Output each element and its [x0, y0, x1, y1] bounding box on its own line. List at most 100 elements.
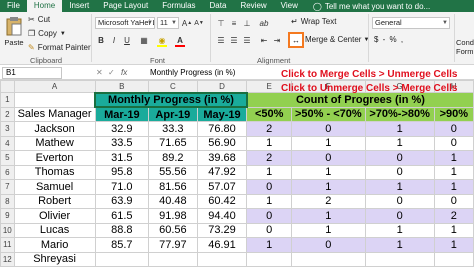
underline-button[interactable]: U: [121, 34, 133, 46]
progress-cell[interactable]: 32.9: [94, 121, 150, 137]
tab-review[interactable]: Review: [233, 0, 273, 12]
merged-header-monthly-progress[interactable]: Monthly Progress (in %): [94, 91, 248, 108]
progress-cell[interactable]: 46.91: [196, 237, 248, 253]
align-middle-icon[interactable]: ≡: [228, 17, 240, 29]
column-header-c[interactable]: C: [148, 80, 198, 93]
count-cell[interactable]: 0: [364, 150, 435, 166]
column-header-a[interactable]: A: [13, 80, 96, 93]
cancel-icon[interactable]: ✕: [96, 68, 103, 77]
header-cell-70-80[interactable]: >70%->80%: [364, 106, 435, 122]
align-center-icon[interactable]: ☰: [228, 34, 240, 46]
column-header-d[interactable]: D: [196, 80, 248, 93]
orientation-icon[interactable]: ab: [258, 17, 270, 29]
progress-cell[interactable]: 89.2: [148, 150, 198, 166]
count-cell[interactable]: 0: [364, 208, 435, 224]
header-cell-mar-19[interactable]: Mar-19: [94, 106, 150, 122]
insert-function-icon[interactable]: fx: [121, 68, 127, 77]
increase-indent-icon[interactable]: ⇥: [271, 34, 283, 46]
progress-cell[interactable]: 95.8: [94, 164, 150, 180]
font-size-combo[interactable]: 11 ▼: [157, 17, 179, 29]
manager-name-cell[interactable]: Lucas: [13, 222, 96, 238]
count-cell[interactable]: 1: [364, 222, 435, 238]
progress-cell[interactable]: 81.56: [148, 179, 198, 195]
count-cell[interactable]: 0: [291, 121, 366, 137]
progress-cell[interactable]: 94.40: [196, 208, 248, 224]
count-cell[interactable]: 1: [433, 150, 474, 166]
count-cell[interactable]: 1: [291, 179, 366, 195]
header-cell-may-19[interactable]: May-19: [196, 106, 248, 122]
name-box[interactable]: B1: [2, 67, 62, 79]
count-cell[interactable]: [364, 251, 435, 267]
count-cell[interactable]: 1: [246, 193, 292, 209]
count-cell[interactable]: 1: [433, 222, 474, 238]
tab-file[interactable]: File: [0, 0, 27, 12]
manager-name-cell[interactable]: Jackson: [13, 121, 96, 137]
count-cell[interactable]: 2: [246, 121, 292, 137]
cut-button[interactable]: ✂ Cut: [28, 15, 50, 24]
count-cell[interactable]: 1: [364, 179, 435, 195]
row-header[interactable]: 4: [0, 135, 15, 151]
count-cell[interactable]: 0: [246, 222, 292, 238]
manager-name-cell[interactable]: Mario: [13, 237, 96, 253]
count-cell[interactable]: 0: [433, 193, 474, 209]
manager-name-cell[interactable]: Shreyasi: [13, 251, 96, 267]
progress-cell[interactable]: 63.9: [94, 193, 150, 209]
bold-button[interactable]: B: [95, 34, 107, 46]
borders-icon[interactable]: ▦: [138, 34, 150, 46]
decrease-font-icon[interactable]: A ▼: [193, 17, 205, 29]
progress-cell[interactable]: 57.07: [196, 179, 248, 195]
count-cell[interactable]: 0: [433, 135, 474, 151]
tab-insert[interactable]: Insert: [62, 0, 96, 12]
progress-cell[interactable]: 71.65: [148, 135, 198, 151]
count-cell[interactable]: [291, 251, 366, 267]
merge-center-icon[interactable]: ↔: [288, 32, 304, 48]
manager-name-cell[interactable]: Thomas: [13, 164, 96, 180]
count-cell[interactable]: 0: [364, 164, 435, 180]
header-cell-apr-19[interactable]: Apr-19: [148, 106, 198, 122]
tab-view[interactable]: View: [274, 0, 305, 12]
italic-button[interactable]: I: [108, 34, 120, 46]
merged-header-count-progress[interactable]: Count of Progrees (in %): [246, 92, 474, 108]
merge-center-button[interactable]: Merge & Center ▼: [305, 35, 369, 44]
row-header[interactable]: 8: [0, 193, 15, 209]
progress-cell[interactable]: 60.42: [196, 193, 248, 209]
paste-button[interactable]: Paste: [3, 16, 25, 52]
manager-name-cell[interactable]: Robert: [13, 193, 96, 209]
row-header[interactable]: 5: [0, 150, 15, 166]
count-cell[interactable]: 1: [433, 164, 474, 180]
tell-me-box[interactable]: ◯ Tell me what you want to do...: [313, 2, 430, 11]
count-cell[interactable]: 1: [364, 121, 435, 137]
row-header[interactable]: 7: [0, 179, 15, 195]
row-header[interactable]: 11: [0, 237, 15, 253]
progress-cell[interactable]: 91.98: [148, 208, 198, 224]
count-cell[interactable]: 1: [246, 237, 292, 253]
row-header[interactable]: 10: [0, 222, 15, 238]
select-all-corner[interactable]: [0, 80, 15, 93]
progress-cell[interactable]: [148, 251, 198, 267]
format-painter-button[interactable]: ✎ Format Painter: [28, 43, 91, 52]
count-cell[interactable]: 1: [291, 164, 366, 180]
column-header-b[interactable]: B: [94, 80, 150, 93]
progress-cell[interactable]: 47.92: [196, 164, 248, 180]
count-cell[interactable]: 1: [433, 179, 474, 195]
copy-button[interactable]: ❐ Copy ▼: [28, 29, 66, 38]
count-cell[interactable]: [433, 251, 474, 267]
header-cell-50-70[interactable]: >50% - <70%: [291, 106, 366, 122]
progress-cell[interactable]: 88.8: [94, 222, 150, 238]
decrease-indent-icon[interactable]: ⇤: [258, 34, 270, 46]
count-cell[interactable]: 0: [364, 193, 435, 209]
progress-cell[interactable]: 33.5: [94, 135, 150, 151]
progress-cell[interactable]: 40.48: [148, 193, 198, 209]
number-format-combo[interactable]: General ▼: [372, 17, 450, 29]
count-cell[interactable]: 1: [246, 135, 292, 151]
count-cell[interactable]: 0: [246, 179, 292, 195]
tab-page-layout[interactable]: Page Layout: [96, 0, 155, 12]
progress-cell[interactable]: [196, 251, 248, 267]
progress-cell[interactable]: 73.29: [196, 222, 248, 238]
progress-cell[interactable]: 33.3: [148, 121, 198, 137]
header-cell-sales-manager[interactable]: Sales Manager: [13, 106, 96, 122]
number-format-buttons[interactable]: $ - % ,: [374, 35, 404, 44]
row-header[interactable]: 2: [0, 106, 15, 122]
align-bottom-icon[interactable]: ⊥: [241, 17, 253, 29]
progress-cell[interactable]: 71.0: [94, 179, 150, 195]
